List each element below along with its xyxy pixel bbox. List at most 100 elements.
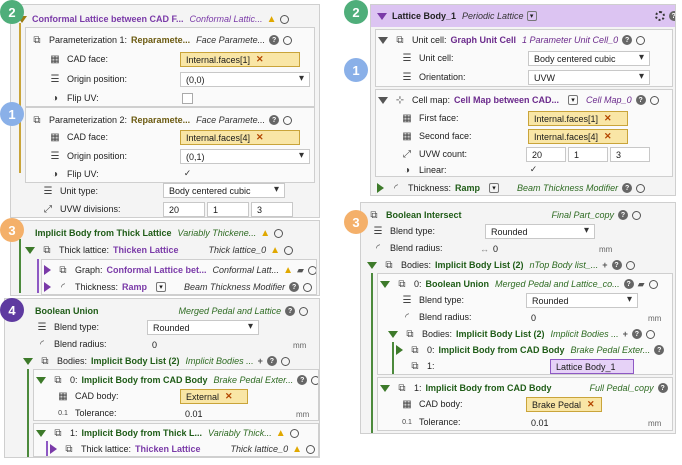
thick-lattice-row[interactable]: ⧉ Thick lattice: Thicken Lattice Thick l… (50, 439, 318, 456)
remove-icon[interactable]: ✕ (604, 131, 612, 142)
help-icon[interactable]: ? (631, 329, 642, 339)
collapse-icon[interactable] (367, 261, 377, 269)
add-icon[interactable]: + (623, 329, 628, 339)
collapse-icon[interactable] (380, 280, 390, 288)
visibility-icon[interactable] (283, 115, 293, 125)
help-icon[interactable]: ? (623, 279, 634, 289)
help-icon[interactable]: ? (668, 11, 675, 21)
dropdown-icon[interactable]: ▾ (489, 183, 500, 193)
help-icon[interactable]: ? (266, 356, 277, 366)
visibility-icon[interactable] (636, 35, 646, 45)
help-icon[interactable]: ? (611, 260, 622, 270)
collapse-icon[interactable] (377, 12, 387, 20)
cell-map-header[interactable]: ⊹ Cell map: Cell Map between CAD... ▾ Ce… (378, 90, 670, 110)
panel-header[interactable]: Conformal Lattice between CAD F... Confo… (17, 9, 317, 29)
visibility-icon[interactable] (299, 306, 309, 316)
bodies-row[interactable]: ⧉ Bodies: Implicit Body List (2) Implici… (23, 351, 319, 371)
origin-select[interactable]: (0,0) (180, 72, 310, 87)
help-icon[interactable]: ? (289, 282, 300, 292)
expand-icon[interactable] (377, 183, 384, 193)
cad-body-chip[interactable]: External ✕ (180, 389, 248, 404)
visibility-icon[interactable] (289, 428, 299, 438)
blend-type-select[interactable]: Rounded (485, 224, 595, 239)
visibility-icon[interactable] (648, 279, 658, 289)
visibility-icon[interactable] (283, 245, 293, 255)
expand-icon[interactable] (50, 444, 57, 454)
help-icon[interactable]: ? (622, 183, 633, 193)
orientation-select[interactable]: UVW (528, 70, 650, 85)
collapse-icon[interactable] (378, 36, 388, 44)
thickness-row[interactable]: ◜ Thickness: Ramp ▾ Beam Thickness Modif… (377, 178, 673, 195)
comment-icon[interactable]: ▰ (297, 265, 304, 276)
uvw-v-input[interactable]: 1 (568, 147, 608, 162)
help-icon[interactable]: ? (297, 375, 308, 385)
remove-icon[interactable]: ✕ (225, 391, 233, 402)
blend-type-select[interactable]: Rounded (147, 320, 259, 335)
help-icon[interactable]: ? (618, 210, 629, 220)
add-icon[interactable]: + (602, 260, 607, 270)
add-icon[interactable]: + (258, 356, 263, 366)
visibility-icon[interactable] (274, 228, 284, 238)
visibility-icon[interactable] (311, 375, 318, 385)
cad-face-chip[interactable]: Internal.faces[4] ✕ (180, 130, 300, 145)
dropdown-icon[interactable]: ▾ (526, 11, 537, 21)
help-icon[interactable]: ? (654, 345, 665, 355)
thick-lattice-row[interactable]: ⧉ Thick lattice: Thicken Lattice Thick l… (25, 240, 319, 260)
collapse-icon[interactable] (25, 246, 35, 254)
linear-checkbox[interactable]: ✓ (528, 164, 539, 175)
tolerance-input[interactable]: 0.01 (180, 406, 290, 420)
remove-icon[interactable]: ✕ (604, 113, 612, 124)
uvw-u-input[interactable]: 20 (163, 202, 205, 217)
comment-icon[interactable]: ▰ (638, 279, 645, 290)
visibility-icon[interactable] (636, 183, 646, 193)
dropdown-icon[interactable]: ▾ (568, 95, 579, 105)
thickness-row[interactable]: ◜ Thickness: Ramp ▾ Beam Thickness Modif… (44, 277, 316, 294)
visibility-icon[interactable] (280, 14, 290, 24)
tolerance-input[interactable]: 0.01 (526, 415, 636, 430)
flip-checkbox[interactable]: ✓ (182, 168, 193, 179)
uvw-u-input[interactable]: 20 (526, 147, 566, 162)
visibility-icon[interactable] (307, 265, 316, 275)
visibility-icon[interactable] (303, 282, 313, 292)
u0-blend-radius-input[interactable]: 0 (526, 310, 638, 325)
visibility-icon[interactable] (625, 260, 635, 270)
visibility-icon[interactable] (305, 444, 315, 454)
cad-face-chip[interactable]: Internal.faces[1] ✕ (180, 52, 300, 67)
u0-item1-chip[interactable]: Lattice Body_1 (550, 359, 634, 374)
visibility-icon[interactable] (649, 95, 659, 105)
blend-radius-input[interactable]: 0 (147, 337, 287, 352)
remove-icon[interactable]: ✕ (256, 54, 264, 65)
u0-item0-row[interactable]: ⧉ 0: Implicit Body from CAD Body Brake P… (396, 340, 672, 360)
cad-body-chip[interactable]: Brake Pedal ✕ (526, 397, 602, 412)
bodies-row[interactable]: ⧉ Bodies: Implicit Body List (2) nTop Bo… (367, 255, 673, 275)
collapse-icon[interactable] (388, 330, 398, 338)
collapse-icon[interactable] (36, 376, 46, 384)
visibility-icon[interactable] (632, 210, 642, 220)
collapse-icon[interactable] (380, 384, 390, 392)
expand-icon[interactable] (44, 265, 51, 275)
visibility-icon[interactable] (645, 329, 655, 339)
expand-icon[interactable] (44, 282, 51, 292)
help-icon[interactable]: ? (635, 95, 646, 105)
collapse-icon[interactable] (23, 357, 33, 365)
first-face-chip[interactable]: Internal.faces[1] ✕ (528, 111, 628, 126)
uvw-w-input[interactable]: 3 (251, 202, 293, 217)
help-icon[interactable]: ? (285, 306, 296, 316)
origin-select[interactable]: (0,1) (180, 149, 310, 164)
param1-header[interactable]: ⧉ Parameterization 1: Reparamete... Face… (30, 30, 312, 50)
uvw-v-input[interactable]: 1 (207, 202, 249, 217)
unit-cell-select[interactable]: Body centered cubic (528, 51, 650, 66)
unit-cell-header[interactable]: ⧉ Unit cell: Graph Unit Cell 1 Parameter… (378, 30, 670, 50)
help-icon[interactable]: ? (269, 115, 280, 125)
help-icon[interactable]: ? (622, 35, 633, 45)
collapse-icon[interactable] (378, 96, 388, 104)
blend-radius-input[interactable]: ↔ 0 (475, 241, 595, 256)
expand-icon[interactable] (396, 345, 403, 355)
visibility-icon[interactable] (280, 356, 290, 366)
unit-type-select[interactable]: Body centered cubic (163, 183, 285, 198)
visibility-icon[interactable] (283, 35, 293, 45)
dropdown-icon[interactable]: ▾ (156, 282, 167, 292)
uvw-w-input[interactable]: 3 (610, 147, 650, 162)
u0-blend-type-select[interactable]: Rounded (526, 293, 638, 308)
second-face-chip[interactable]: Internal.faces[4] ✕ (528, 129, 628, 144)
